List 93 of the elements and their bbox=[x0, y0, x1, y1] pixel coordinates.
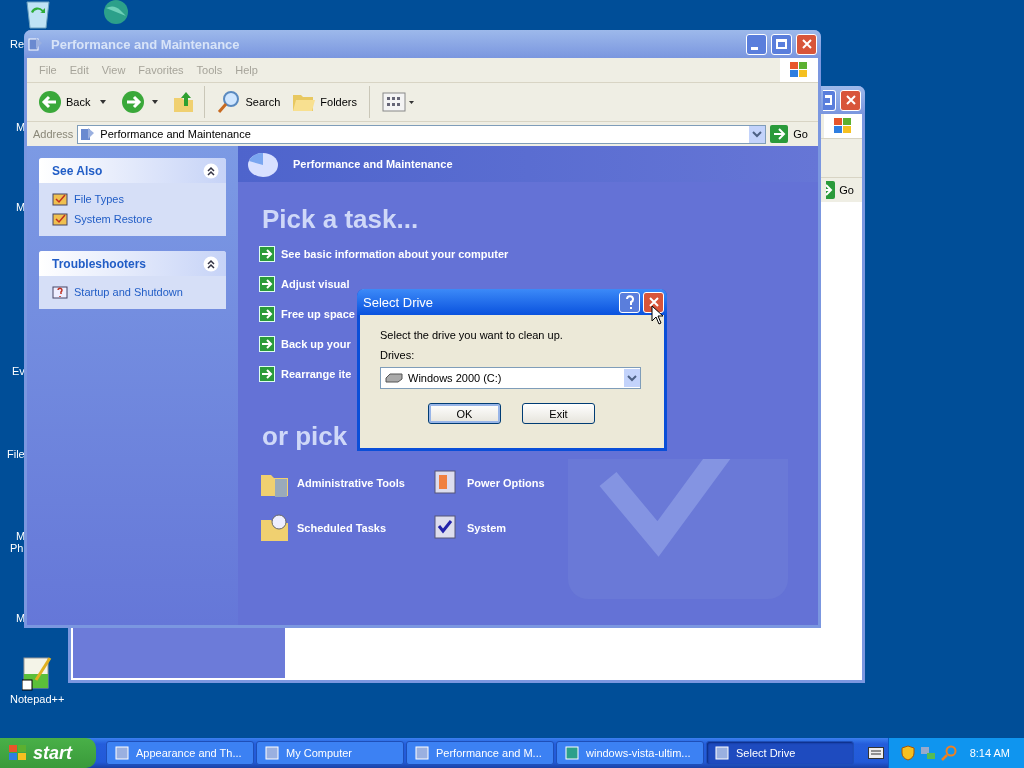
arrow-icon bbox=[259, 246, 275, 262]
desktop-icon-label[interactable]: File bbox=[7, 448, 25, 460]
taskbar-button[interactable]: windows-vista-ultim... bbox=[556, 741, 704, 765]
control-panel-link[interactable]: Scheduled Tasks bbox=[297, 522, 387, 534]
category-header: Performance and Maintenance bbox=[293, 158, 453, 170]
panel-item-icon bbox=[52, 284, 68, 300]
folders-button[interactable]: Folders bbox=[289, 89, 360, 115]
control-panel-icon bbox=[259, 512, 291, 544]
windows-logo-icon bbox=[8, 743, 28, 763]
dropdown-arrow-icon[interactable] bbox=[99, 99, 108, 105]
task-link[interactable]: See basic information about your computer bbox=[281, 248, 509, 260]
task-link[interactable]: Rearrange ite bbox=[281, 368, 352, 380]
mouse-pointer-icon bbox=[651, 305, 664, 325]
taskbar-button[interactable]: Appearance and Th... bbox=[106, 741, 254, 765]
notepad-icon[interactable] bbox=[22, 656, 54, 692]
forward-button[interactable] bbox=[121, 90, 146, 114]
drive-dropdown[interactable]: Windows 2000 (C:) bbox=[380, 367, 641, 389]
go-arrow-icon bbox=[770, 125, 789, 143]
clock: 8:14 AM bbox=[969, 747, 1010, 759]
task-link[interactable]: Free up space bbox=[281, 308, 355, 320]
maximize-button[interactable] bbox=[823, 89, 836, 111]
section-heading: or pick bbox=[262, 421, 349, 452]
keyboard-icon[interactable] bbox=[868, 747, 884, 759]
panel-link[interactable]: File Types bbox=[74, 193, 124, 205]
maximize-icon bbox=[825, 95, 832, 105]
window-icon bbox=[715, 745, 731, 761]
dialog-button[interactable]: Exit bbox=[522, 403, 595, 424]
dialog-button[interactable]: OK bbox=[428, 403, 501, 424]
help-button[interactable] bbox=[619, 291, 640, 313]
desktop-icon-label[interactable]: Ph bbox=[10, 542, 24, 554]
dropdown-arrow-icon[interactable] bbox=[151, 99, 160, 105]
panel-title: See Also bbox=[52, 163, 103, 178]
close-icon bbox=[800, 38, 813, 50]
start-button[interactable]: start bbox=[0, 738, 96, 768]
up-folder-icon[interactable] bbox=[173, 90, 196, 114]
go-button[interactable]: Go bbox=[770, 125, 814, 143]
drives-label: Drives: bbox=[380, 349, 416, 361]
window-icon bbox=[415, 745, 431, 761]
control-panel-link[interactable]: System bbox=[467, 522, 507, 534]
windows-logo-icon bbox=[780, 58, 818, 82]
collapse-chevron-icon[interactable] bbox=[203, 162, 219, 179]
control-panel-icon bbox=[28, 36, 44, 52]
control-panel-icon bbox=[80, 126, 97, 142]
back-button[interactable]: Back bbox=[35, 88, 94, 116]
section-heading: Pick a task... bbox=[262, 204, 420, 235]
search-button[interactable]: Search bbox=[214, 88, 284, 116]
recycle-bin-icon[interactable] bbox=[24, 0, 52, 30]
close-icon bbox=[844, 94, 857, 106]
maximize-button[interactable] bbox=[771, 33, 792, 55]
maximize-icon bbox=[776, 39, 787, 49]
dialog-title: Select Drive bbox=[363, 294, 434, 310]
window-icon bbox=[565, 745, 581, 761]
panel-link[interactable]: System Restore bbox=[74, 213, 153, 225]
drive-icon bbox=[385, 373, 403, 383]
minimize-icon bbox=[750, 47, 758, 50]
arrow-icon bbox=[259, 366, 275, 382]
taskbar-button[interactable]: My Computer bbox=[256, 741, 404, 765]
arrow-icon bbox=[259, 276, 275, 292]
taskbar-button[interactable]: Select Drive bbox=[706, 741, 854, 765]
desktop-icon-label[interactable]: Notepad++ bbox=[10, 693, 65, 705]
task-link[interactable]: Adjust visual bbox=[281, 278, 350, 290]
desktop-icon-label[interactable]: Ev bbox=[12, 365, 25, 377]
taskbar-button[interactable]: Performance and M... bbox=[406, 741, 554, 765]
windows-logo-icon bbox=[824, 114, 862, 138]
gauge-icon bbox=[246, 150, 280, 178]
search-icon bbox=[217, 90, 242, 114]
collapse-chevron-icon[interactable] bbox=[203, 255, 219, 272]
help-icon bbox=[624, 295, 635, 309]
dialog-prompt: Select the drive you want to clean up. bbox=[380, 329, 564, 341]
panel-title: Troubleshooters bbox=[52, 256, 146, 271]
desktop-icon-label[interactable]: M bbox=[16, 201, 26, 213]
shield-icon[interactable] bbox=[900, 745, 915, 761]
window-icon bbox=[265, 745, 281, 761]
desktop-icon-label[interactable]: M bbox=[16, 121, 26, 133]
address-label: Address bbox=[33, 128, 74, 140]
control-panel-link[interactable]: Administrative Tools bbox=[297, 477, 405, 489]
address-field[interactable]: Performance and Maintenance bbox=[77, 124, 767, 144]
window-icon bbox=[115, 745, 131, 761]
minimize-button[interactable] bbox=[746, 33, 767, 55]
arrow-icon bbox=[259, 306, 275, 322]
arrow-icon bbox=[259, 336, 275, 352]
task-link[interactable]: Back up your bbox=[281, 338, 351, 350]
views-button[interactable] bbox=[382, 92, 416, 112]
panel-item-icon bbox=[52, 191, 68, 207]
desktop-icon-label[interactable]: M bbox=[16, 530, 26, 542]
desktop-icon-label[interactable]: M bbox=[16, 612, 26, 624]
panel-link[interactable]: Startup and Shutdown bbox=[74, 286, 183, 298]
close-icon bbox=[647, 296, 660, 308]
desktop-icon-label[interactable]: Re bbox=[10, 38, 25, 50]
control-panel-link[interactable]: Power Options bbox=[467, 477, 545, 489]
window-title: Performance and Maintenance bbox=[51, 36, 240, 52]
close-button[interactable] bbox=[643, 291, 664, 313]
panel-item-icon bbox=[52, 211, 68, 227]
